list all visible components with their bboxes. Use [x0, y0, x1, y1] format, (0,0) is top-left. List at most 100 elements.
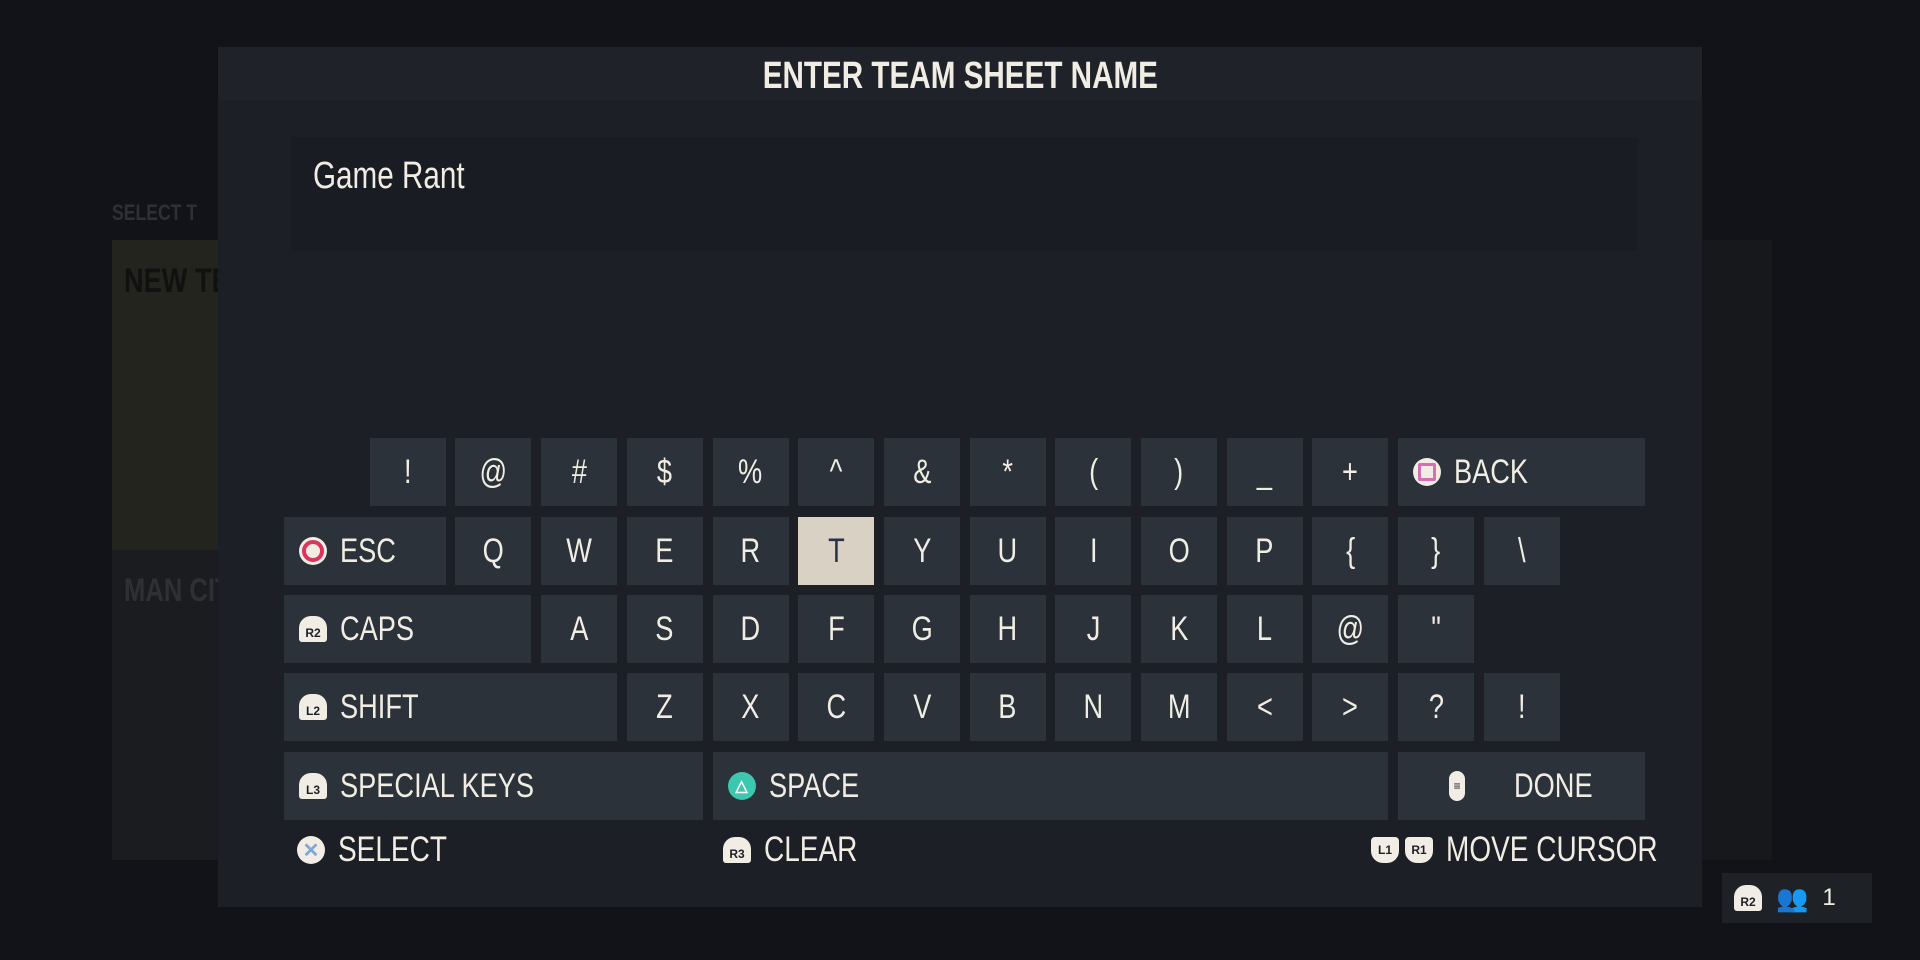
r2-button-icon: R2 [1734, 885, 1762, 911]
r1-button-icon: R1 [1404, 835, 1434, 865]
move-cursor-hint: L1 R1 MOVE CURSOR [1370, 830, 1710, 870]
key-char[interactable]: Q [455, 517, 532, 585]
team-sheet-name-dialog: ENTER TEAM SHEET NAME Game Rant ! @ # $% ^ & *… [218, 47, 1702, 907]
key-char[interactable]: \ [1483, 517, 1560, 585]
key-label: X [741, 687, 760, 726]
key-label: L [1257, 609, 1273, 648]
key-char[interactable]: % [712, 438, 789, 506]
key-label: O [1168, 531, 1190, 570]
key-char[interactable]: ) [1141, 438, 1217, 506]
team-name-value: Game Rant [313, 155, 465, 197]
key-char[interactable]: " [1398, 595, 1475, 663]
key-char[interactable]: > [1312, 673, 1389, 741]
key-char[interactable]: & [883, 438, 960, 506]
key-label: U [997, 531, 1018, 570]
background-team-label: MAN CIT [124, 572, 231, 608]
select-hint-label: SELECT [338, 830, 447, 869]
key-label: + [1342, 452, 1359, 491]
key-char[interactable]: { [1312, 517, 1389, 585]
key-char[interactable]: * [969, 438, 1046, 506]
key-label: # [571, 452, 587, 491]
key-label: @ [479, 452, 508, 491]
key-label: N [1083, 687, 1104, 726]
key-label: I [1089, 531, 1098, 570]
key-done[interactable]: ≡ DONE [1398, 752, 1646, 820]
key-esc[interactable]: ESC [284, 517, 446, 585]
key-shift[interactable]: L2 SHIFT [284, 673, 618, 741]
key-char[interactable]: + [1312, 438, 1389, 506]
key-label: ( [1088, 452, 1098, 491]
key-label: J [1086, 609, 1101, 648]
key-label: K [1169, 609, 1189, 648]
key-char[interactable]: A [541, 595, 618, 663]
key-label: P [1255, 531, 1274, 570]
key-char[interactable]: F [798, 595, 875, 663]
key-char[interactable]: G [883, 595, 960, 663]
key-label: F [827, 609, 845, 648]
key-char[interactable]: U [969, 517, 1046, 585]
key-char[interactable]: P [1226, 517, 1303, 585]
key-space[interactable]: △ SPACE [712, 752, 1389, 820]
key-label: V [912, 687, 931, 726]
key-char[interactable]: V [883, 673, 960, 741]
key-label: M [1167, 687, 1191, 726]
l3-button-icon: L3 [298, 771, 328, 801]
key-char[interactable]: D [712, 595, 789, 663]
team-name-input[interactable]: Game Rant [291, 137, 1638, 251]
key-char[interactable]: Z [626, 673, 703, 741]
key-label: E [655, 531, 674, 570]
players-widget[interactable]: R2 👥 1 [1722, 873, 1872, 923]
key-label: ^ [829, 452, 843, 491]
key-char[interactable]: N [1055, 673, 1132, 741]
key-caps[interactable]: R2 CAPS [284, 595, 532, 663]
key-char[interactable]: @ [455, 438, 532, 506]
key-special-keys[interactable]: L3 SPECIAL KEYS [284, 752, 703, 820]
key-char[interactable]: < [1226, 673, 1303, 741]
key-label: T [827, 531, 845, 570]
key-char[interactable]: J [1055, 595, 1132, 663]
key-label: Y [912, 531, 931, 570]
key-char[interactable]: ! [369, 438, 446, 506]
key-label: C [826, 687, 847, 726]
key-char[interactable]: I [1055, 517, 1132, 585]
key-char[interactable]: W [541, 517, 618, 585]
player-count: 1 [1822, 884, 1836, 911]
clear-hint[interactable]: R3 CLEAR [722, 830, 881, 870]
key-label: ESC [340, 531, 396, 570]
key-char[interactable]: @ [1312, 595, 1389, 663]
select-hint: ✕ SELECT [296, 830, 474, 870]
key-char[interactable]: L [1226, 595, 1303, 663]
key-label: DONE [1514, 766, 1593, 805]
key-char[interactable]: ! [1483, 673, 1560, 741]
key-label: S [655, 609, 674, 648]
key-char[interactable]: $ [626, 438, 703, 506]
key-char[interactable]: S [626, 595, 703, 663]
key-char[interactable]: ( [1055, 438, 1132, 506]
key-char[interactable]: E [626, 517, 703, 585]
key-label: Q [482, 531, 504, 570]
key-char[interactable]: R [712, 517, 789, 585]
key-label: { [1345, 531, 1355, 570]
l2-button-icon: L2 [298, 692, 328, 722]
key-char[interactable]: B [969, 673, 1046, 741]
key-char[interactable]: C [798, 673, 875, 741]
key-char[interactable]: O [1141, 517, 1217, 585]
key-char[interactable]: X [712, 673, 789, 741]
key-char[interactable]: K [1141, 595, 1217, 663]
key-label: > [1342, 687, 1359, 726]
key-label: \ [1518, 531, 1526, 570]
people-icon: 👥 [1776, 882, 1809, 913]
key-char[interactable]: T [798, 517, 875, 585]
key-label: Z [656, 687, 674, 726]
key-char[interactable]: ? [1398, 673, 1475, 741]
key-back[interactable]: BACK [1398, 438, 1646, 506]
key-char[interactable]: ^ [798, 438, 875, 506]
key-label: ) [1174, 452, 1184, 491]
key-char[interactable]: } [1398, 517, 1475, 585]
key-char[interactable]: _ [1226, 438, 1303, 506]
key-char[interactable]: H [969, 595, 1046, 663]
key-char[interactable]: Y [883, 517, 960, 585]
key-char[interactable]: # [541, 438, 618, 506]
key-label: _ [1257, 452, 1273, 491]
key-char[interactable]: M [1141, 673, 1217, 741]
